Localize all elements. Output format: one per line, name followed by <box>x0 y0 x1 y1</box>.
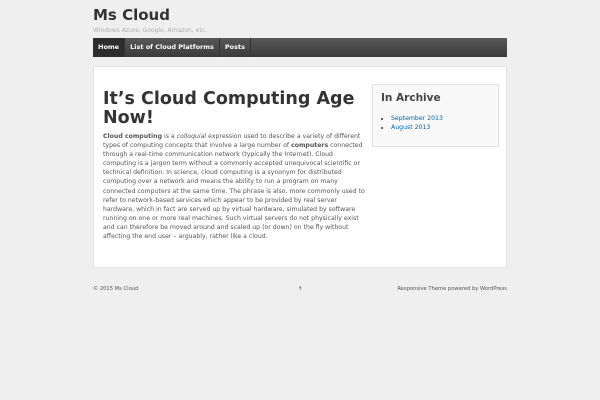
site-title[interactable]: Ms Cloud <box>93 6 170 24</box>
post-body: Cloud computing is a colloquial expressi… <box>103 132 366 241</box>
scroll-to-top-link[interactable]: ↑ <box>298 286 302 292</box>
archive-link-september-2013[interactable]: September 2013 <box>391 115 443 122</box>
nav-item-list-of-cloud-platforms[interactable]: List of Cloud Platforms <box>125 38 220 57</box>
footer: © 2015 Ms Cloud ↑ Responsive Theme power… <box>93 286 507 296</box>
theme-link[interactable]: Responsive Theme <box>397 286 446 292</box>
wordpress-link[interactable]: WordPress <box>480 286 507 292</box>
main-nav: Home List of Cloud Platforms Posts <box>93 38 507 57</box>
nav-item-posts[interactable]: Posts <box>220 38 251 57</box>
archive-list: September 2013 August 2013 <box>382 114 443 132</box>
post-text-segment: connected through a real-time communicat… <box>103 142 365 241</box>
nav-item-home[interactable]: Home <box>93 38 126 57</box>
archive-link-august-2013[interactable]: August 2013 <box>391 124 430 131</box>
post-term-computers: computers <box>291 142 329 150</box>
site-tagline: Windows Azure, Google, Amazon, etc. <box>93 27 207 34</box>
archive-list-item: August 2013 <box>391 123 443 132</box>
post-term-colloquial: colloquial <box>176 133 207 140</box>
archive-widget: In Archive September 2013 August 2013 <box>372 84 499 147</box>
archive-widget-title: In Archive <box>381 92 441 104</box>
powered-by-text: powered by <box>446 286 480 292</box>
footer-copyright: © 2015 Ms Cloud <box>93 286 139 292</box>
post-term-cloud-computing: Cloud computing <box>103 133 163 140</box>
content-area: It’s Cloud Computing Age Now! Cloud comp… <box>93 66 507 268</box>
archive-list-item: September 2013 <box>391 114 443 123</box>
post-text-segment: is a <box>162 133 177 140</box>
post-title: It’s Cloud Computing Age Now! <box>103 89 355 128</box>
footer-credit: Responsive Theme powered by WordPress <box>397 286 507 292</box>
